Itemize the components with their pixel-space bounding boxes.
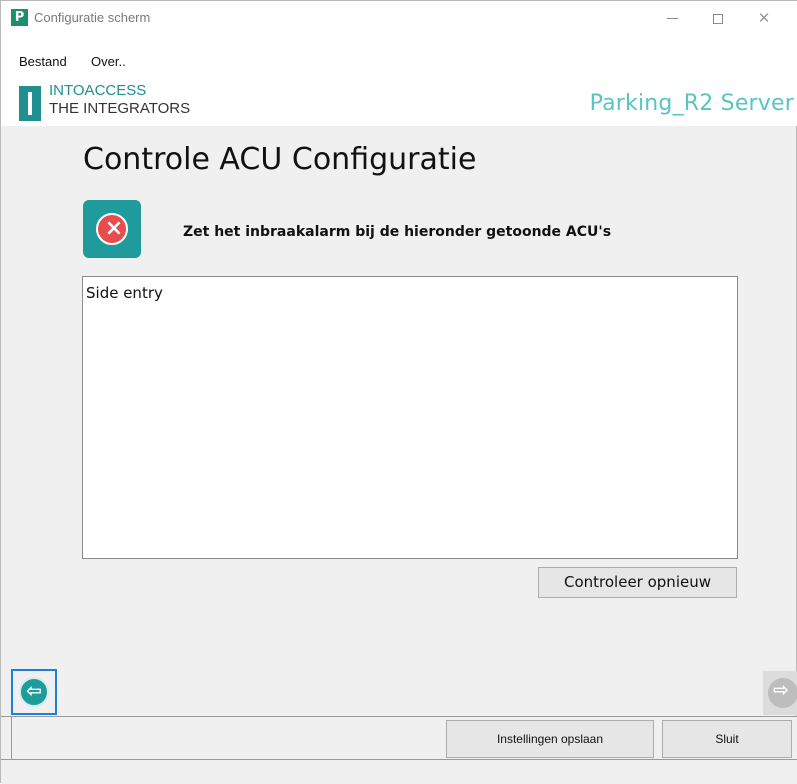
menu-bar: Bestand Over..: [1, 48, 797, 76]
arrow-right-icon: ⇨: [768, 678, 797, 708]
list-item[interactable]: Side entry: [83, 277, 737, 302]
next-button[interactable]: ⇨: [763, 671, 797, 715]
error-x-mark: ×: [104, 216, 124, 241]
menu-over[interactable]: Over..: [91, 54, 126, 69]
acu-list[interactable]: Side entry: [82, 276, 738, 559]
brand-tagline: THE INTEGRATORS: [49, 100, 191, 117]
status-bar: [1, 760, 797, 784]
close-button[interactable]: Sluit: [662, 720, 792, 758]
brand-name: INTOACCESS: [49, 82, 147, 99]
page-title: Controle ACU Configuratie: [83, 142, 477, 177]
arrow-left-glyph: ⇦: [26, 680, 42, 702]
close-icon: ✕: [757, 9, 771, 27]
minimize-button[interactable]: [649, 3, 695, 33]
brand-header: INTOACCESS THE INTEGRATORS Parking_R2 Se…: [1, 76, 797, 126]
menu-bestand[interactable]: Bestand: [19, 54, 67, 69]
intoaccess-logo-icon: [19, 86, 41, 121]
title-bar: P Configuratie scherm ✕: [1, 1, 797, 49]
recheck-button[interactable]: Controleer opnieuw: [538, 567, 737, 598]
status-message: Zet het inbraakalarm bij de hieronder ge…: [183, 224, 612, 240]
app-icon: P: [11, 9, 28, 26]
arrow-left-icon: ⇦: [19, 677, 49, 707]
window-title: Configuratie scherm: [34, 10, 151, 25]
close-window-button[interactable]: ✕: [741, 3, 787, 33]
status-icon-container: ×: [83, 200, 141, 258]
footer-divider: [11, 717, 12, 759]
save-settings-button[interactable]: Instellingen opslaan: [446, 720, 654, 758]
arrow-right-glyph: ⇨: [773, 679, 789, 701]
maximize-icon: [713, 13, 723, 24]
maximize-button[interactable]: [695, 3, 741, 33]
minimize-icon: [666, 18, 678, 19]
error-icon: ×: [96, 213, 128, 245]
server-name: Parking_R2 Server: [589, 91, 794, 116]
configuration-window: P Configuratie scherm ✕ Bestand Over.. I…: [0, 0, 797, 784]
previous-button[interactable]: ⇦: [11, 669, 57, 715]
